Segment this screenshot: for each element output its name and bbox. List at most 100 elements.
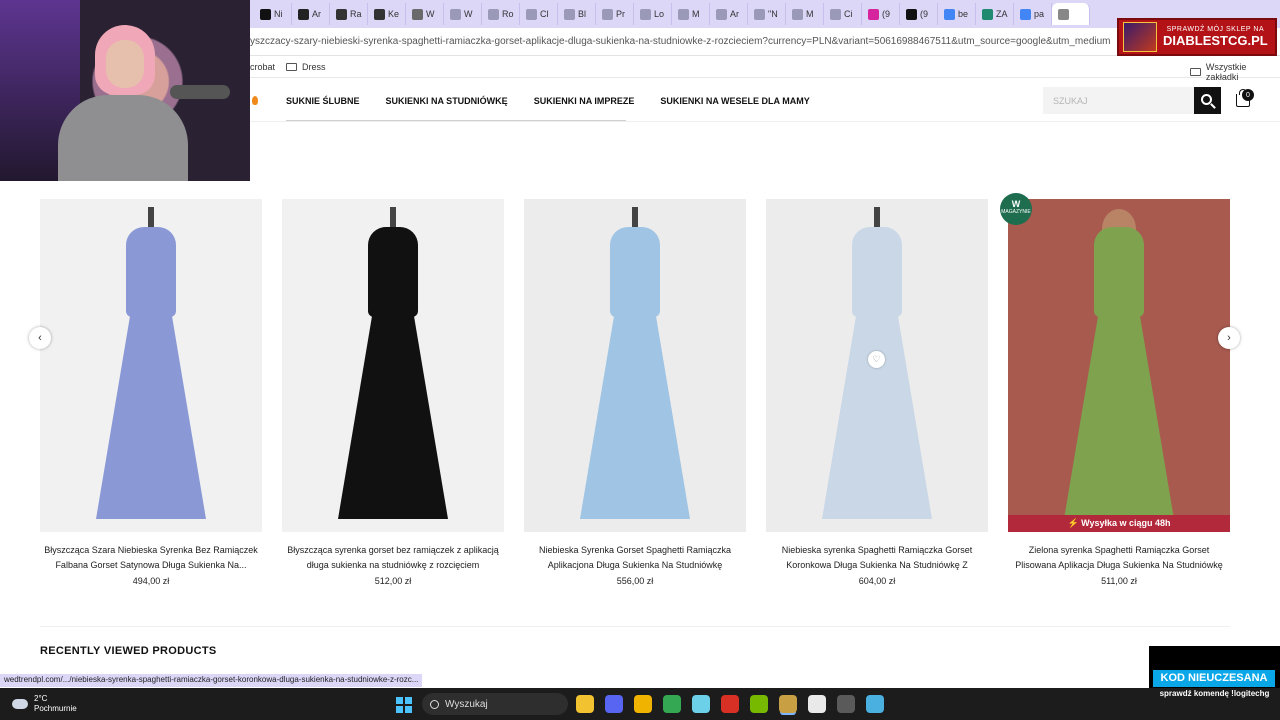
tab-favicon-icon [450, 8, 461, 20]
nav-underline [286, 120, 626, 121]
ad-banner[interactable]: SPRAWDŹ MÓJ SKLEP NA DIABLESTCG.PL [1117, 18, 1277, 56]
taskbar-search[interactable]: Wyszukaj [422, 693, 568, 715]
taskbar-app-icon[interactable] [605, 695, 623, 713]
status-link-preview: wedtrendpl.com/.../niebieska-syrenka-spa… [0, 674, 423, 687]
browser-tab[interactable]: pa [1014, 3, 1052, 25]
taskbar-app-icon[interactable] [808, 695, 826, 713]
bookmark-all-bookmarks[interactable]: Wszystkie zakładki [1190, 62, 1280, 82]
taskbar-app-icon[interactable] [692, 695, 710, 713]
mannequin-stand [390, 207, 396, 227]
tab-favicon-icon [374, 8, 385, 20]
browser-tab[interactable]: W [406, 3, 444, 25]
taskbar-app-icon[interactable] [837, 695, 855, 713]
browser-tab[interactable]: Ar [292, 3, 330, 25]
nav-item-mother-dresses[interactable]: SUKIENKI NA WESELE DLA MAMY [660, 96, 809, 106]
product-name[interactable]: Błyszcząca syrenka gorset bez ramiączek … [282, 543, 504, 573]
product-card[interactable]: Niebieska Syrenka Gorset Spaghetti Ramią… [524, 199, 746, 586]
search-button[interactable] [1194, 87, 1221, 114]
nav-item-party-dresses[interactable]: SUKIENKI NA IMPREZE [534, 96, 635, 106]
search-icon [1201, 94, 1212, 105]
browser-tab[interactable]: W [444, 3, 482, 25]
browser-tab[interactable]: (9 [900, 3, 938, 25]
browser-tab[interactable]: Ar [710, 3, 748, 25]
product-name[interactable]: Błyszcząca Szara Niebieska Syrenka Bez R… [40, 543, 262, 573]
weather-condition: Pochmurnie [34, 704, 77, 713]
browser-tab[interactable]: Pr [596, 3, 634, 25]
recently-viewed-title: RECENTLY VIEWED PRODUCTS [40, 645, 217, 657]
wishlist-heart-icon[interactable]: ♡ [868, 351, 885, 368]
weather-widget[interactable]: 2°C Pochmurnie [12, 694, 77, 714]
product-image[interactable] [282, 199, 504, 532]
taskbar-app-icon[interactable] [721, 695, 739, 713]
browser-tab[interactable]: Ro [482, 3, 520, 25]
browser-tab[interactable]: Cl [520, 3, 558, 25]
nav-item-wedding-dresses[interactable]: SUKNIE ŚLUBNE [286, 96, 360, 106]
tab-favicon-icon [412, 8, 423, 20]
dress-bodice [852, 227, 902, 317]
in-stock-badge: W MAGAZYNIE [1000, 193, 1032, 225]
taskbar: 2°C Pochmurnie Wyszukaj [0, 688, 1280, 720]
product-price: 511,00 zł [1101, 576, 1137, 586]
tab-label: ZA [996, 9, 1008, 19]
ad-big-text: DIABLESTCG.PL [1163, 33, 1268, 48]
tab-label: Ni [274, 9, 283, 19]
product-image[interactable] [40, 199, 262, 532]
search-input[interactable]: SZUKAJ [1043, 87, 1195, 114]
dress-bodice [368, 227, 418, 317]
product-name[interactable]: Niebieska Syrenka Gorset Spaghetti Ramią… [524, 543, 746, 573]
search-icon [430, 699, 439, 709]
tab-label: "N [768, 9, 778, 19]
ad-image [1123, 22, 1157, 52]
bookmark-dress[interactable]: Dress [286, 62, 326, 72]
browser-tab[interactable]: Ci [824, 3, 862, 25]
browser-tab[interactable]: Ni [254, 3, 292, 25]
product-image[interactable] [524, 199, 746, 532]
tab-favicon-icon [526, 8, 537, 20]
tab-favicon-icon [564, 8, 575, 20]
browser-tab[interactable]: M [672, 3, 710, 25]
start-button[interactable] [396, 697, 412, 713]
product-image[interactable]: ♡ [766, 199, 988, 532]
browser-tab[interactable]: Lo [634, 3, 672, 25]
tab-label: Bl [578, 9, 587, 19]
product-card[interactable]: ♡ Niebieska syrenka Spaghetti Ramiączka G… [766, 199, 988, 586]
carousel-prev-button[interactable]: ‹ [29, 327, 51, 349]
browser-tab[interactable]: (9 [862, 3, 900, 25]
taskbar-app-icon[interactable] [663, 695, 681, 713]
browser-tab[interactable] [1052, 3, 1090, 25]
browser-tab[interactable]: Bl [558, 3, 596, 25]
product-name[interactable]: Zielona syrenka Spaghetti Ramiączka Gors… [1008, 543, 1230, 573]
product-name[interactable]: Niebieska syrenka Spaghetti Ramiączka Go… [766, 543, 988, 573]
site-nav: SUKNIE ŚLUBNE SUKIENKI NA STUDNIÓWKĘ SUK… [250, 80, 1280, 122]
browser-tab[interactable]: M [786, 3, 824, 25]
product-card[interactable]: Błyszcząca Szara Niebieska Syrenka Bez R… [40, 199, 262, 586]
taskbar-app-icon[interactable] [779, 695, 797, 713]
browser-tab[interactable]: "N [748, 3, 786, 25]
product-price: 512,00 zł [374, 576, 412, 586]
nav-item-prom-dresses[interactable]: SUKIENKI NA STUDNIÓWKĘ [386, 96, 508, 106]
product-card[interactable]: Błyszcząca syrenka gorset bez ramiączek … [282, 199, 504, 586]
taskbar-app-icon[interactable] [750, 695, 768, 713]
microphone [170, 85, 230, 99]
tab-label: Ar [730, 9, 739, 19]
product-card[interactable]: ⚡ Wysyłka w ciągu 48h W MAGAZYNIE Zielona s… [1000, 193, 1230, 586]
browser-tab[interactable]: be [938, 3, 976, 25]
tab-favicon-icon [640, 8, 651, 20]
product-image[interactable]: ⚡ Wysyłka w ciągu 48h [1008, 199, 1230, 532]
in-stock-badge-small: MAGAZYNIE [1001, 209, 1031, 215]
browser-tab[interactable]: Ra [330, 3, 368, 25]
weather-temp: 2°C [34, 694, 48, 703]
url-text[interactable]: yszczacy-szary-niebieski-syrenka-spaghet… [250, 36, 1110, 47]
taskbar-app-icon[interactable] [576, 695, 594, 713]
browser-tab[interactable]: Ke [368, 3, 406, 25]
taskbar-app-icon[interactable] [634, 695, 652, 713]
taskbar-app-icon[interactable] [866, 695, 884, 713]
browser-tab[interactable]: ZA [976, 3, 1014, 25]
tab-favicon-icon [944, 8, 955, 20]
bookmark-crobat[interactable]: crobat [250, 62, 275, 72]
section-divider [40, 626, 1230, 627]
folder-icon [1190, 68, 1201, 76]
carousel-next-button[interactable]: › [1218, 327, 1240, 349]
tab-label: Ke [388, 9, 400, 19]
tab-favicon-icon [868, 8, 879, 20]
